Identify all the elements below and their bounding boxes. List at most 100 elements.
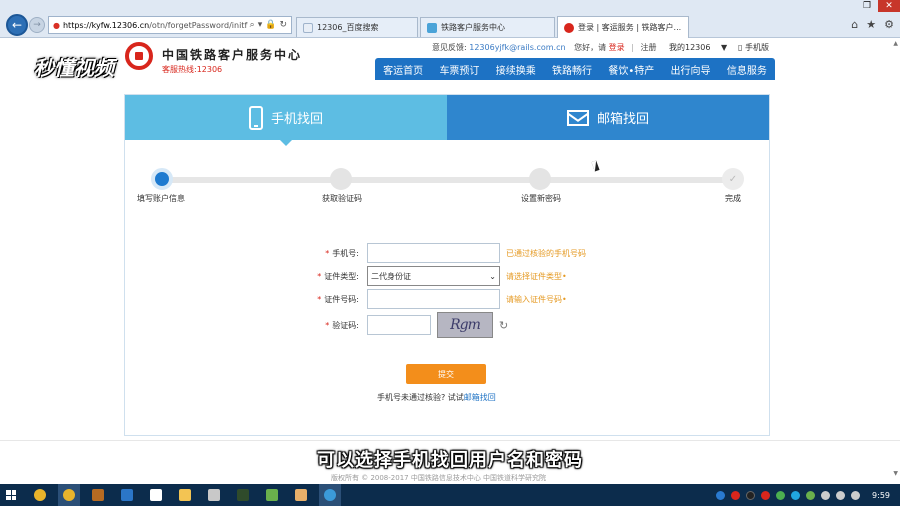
tray-icon[interactable] xyxy=(746,490,756,500)
nav-tickets[interactable]: 车票预订 xyxy=(439,62,479,77)
id-type-value: 二代身份证 xyxy=(371,271,411,281)
mobile-icon: ▯ xyxy=(738,43,743,52)
tab-email-label: 邮箱找回 xyxy=(596,112,649,127)
register-link[interactable]: 注册 xyxy=(640,43,656,52)
start-button[interactable] xyxy=(0,484,22,506)
taskbar-chrome-active[interactable] xyxy=(58,484,80,506)
mobile-version-link[interactable]: ▯ 手机版 xyxy=(738,42,769,53)
address-url: https://kyfw.12306.cn/otn/forgetPassword… xyxy=(62,20,248,30)
nav-guide[interactable]: 出行向导 xyxy=(671,62,711,77)
nav-rail-pass[interactable]: 铁路畅行 xyxy=(552,62,592,77)
clock[interactable]: 9:59 xyxy=(872,491,890,500)
taskbar-ie[interactable] xyxy=(319,484,341,506)
tray-icon[interactable] xyxy=(731,490,741,500)
search-icon[interactable]: ⌕ xyxy=(250,20,255,30)
browser-toolbar: ❐ ✕ ← → ● https://kyfw.12306.cn/otn/forg… xyxy=(0,0,900,38)
feedback-email-link[interactable]: 12306yjfk@rails.com.cn xyxy=(469,43,565,52)
tray-icon[interactable] xyxy=(761,490,771,500)
refresh-icon[interactable]: ↻ xyxy=(279,20,287,30)
taskbar-explorer[interactable] xyxy=(174,484,196,506)
chevron-down-icon: ▼ xyxy=(721,43,728,52)
taskbar-pictures[interactable] xyxy=(203,484,225,506)
tray-icon[interactable] xyxy=(806,490,816,500)
check-icon: ✓ xyxy=(728,173,738,185)
restore-window-icon[interactable]: ❐ xyxy=(858,0,876,12)
tray-icon[interactable] xyxy=(776,490,786,500)
close-tab-icon[interactable]: ✕ xyxy=(681,23,688,33)
greeting: 您好，请 xyxy=(574,43,607,52)
id-type-select[interactable]: 二代身份证 ⌄ xyxy=(367,266,500,286)
close-window-icon[interactable]: ✕ xyxy=(878,0,900,12)
chrome-icon xyxy=(63,489,75,501)
tab-email-recover[interactable]: 邮箱找回 xyxy=(447,95,769,140)
taskbar-app[interactable] xyxy=(87,484,109,506)
step-2-label: 获取验证码 xyxy=(322,194,362,203)
nav-info[interactable]: 信息服务 xyxy=(727,62,767,77)
step-4-dot: ✓ xyxy=(722,168,744,190)
nav-catering[interactable]: 餐饮•特产 xyxy=(608,62,654,77)
captcha-input[interactable] xyxy=(367,315,431,335)
taskbar-chrome[interactable] xyxy=(29,484,51,506)
scroll-up-arrow[interactable]: ▲ xyxy=(893,40,898,47)
id-number-row: * 证件号码: 请输入证件号码• xyxy=(275,289,567,309)
nav-home[interactable]: 客运首页 xyxy=(383,62,423,77)
keyboard-icon[interactable] xyxy=(851,490,861,500)
envelope-icon xyxy=(566,109,589,126)
refresh-captcha-icon[interactable]: ↻ xyxy=(499,319,508,332)
id-type-label: * 证件类型: xyxy=(317,271,359,281)
gear-icon[interactable]: ⚙ xyxy=(884,18,894,31)
taskbar-illustrator[interactable] xyxy=(232,484,254,506)
taskbar-app-green[interactable] xyxy=(261,484,283,506)
page-icon xyxy=(303,22,313,33)
network-icon[interactable] xyxy=(821,490,831,500)
video-watermark: 秒懂视频 xyxy=(34,56,114,80)
submit-button[interactable]: 提交 xyxy=(406,364,486,384)
app-icon xyxy=(92,489,104,501)
taskbar-media-player[interactable] xyxy=(116,484,138,506)
ie-icon xyxy=(427,22,437,33)
forward-button[interactable]: → xyxy=(29,17,45,33)
star-icon[interactable]: ★ xyxy=(866,18,876,31)
lock-icon: 🔒 xyxy=(265,20,277,30)
taskbar-game[interactable] xyxy=(145,484,167,506)
paint-icon xyxy=(295,489,307,501)
step-1-dot xyxy=(151,168,173,190)
my-12306-label: 我的12306 xyxy=(669,43,711,52)
tray-icon[interactable] xyxy=(791,490,801,500)
email-recover-link[interactable]: 邮箱找回 xyxy=(464,393,496,402)
id-type-hint: 请选择证件类型• xyxy=(506,271,567,281)
tray-icon[interactable] xyxy=(716,490,726,500)
recover-panel: 手机找回 邮箱找回 ✓ 填写账户信息 获取验证码 设置新密码 完成 * 手机号: … xyxy=(124,94,770,436)
railway-logo[interactable] xyxy=(125,42,153,70)
step-3-label: 设置新密码 xyxy=(521,194,561,203)
phone-row: * 手机号: 已通过核验的手机号码 xyxy=(275,243,586,263)
recover-tabs: 手机找回 邮箱找回 xyxy=(125,95,769,146)
tab-label: 登录 | 客运服务 | 铁路客户... xyxy=(578,23,682,32)
tab-phone-recover[interactable]: 手机找回 xyxy=(125,95,447,146)
home-icon[interactable]: ⌂ xyxy=(851,18,858,31)
system-tray: 9:59 xyxy=(716,490,900,500)
captcha-image[interactable]: Rgm xyxy=(437,312,493,338)
taskbar-paint[interactable] xyxy=(290,484,312,506)
login-link[interactable]: 登录 xyxy=(609,43,625,52)
dropdown-icon[interactable]: ▾ xyxy=(258,20,263,30)
tab-login[interactable]: 登录 | 客运服务 | 铁路客户... ✕ xyxy=(557,16,689,38)
tab-baidu[interactable]: 12306_百度搜索 xyxy=(296,17,418,37)
app-icon xyxy=(266,489,278,501)
nav-transfer[interactable]: 接续换乘 xyxy=(496,62,536,77)
id-type-row: * 证件类型: 二代身份证 ⌄ 请选择证件类型• xyxy=(275,266,567,286)
address-bar[interactable]: ● https://kyfw.12306.cn/otn/forgetPasswo… xyxy=(48,16,292,34)
phone-label: * 手机号: xyxy=(325,248,359,258)
id-number-input[interactable] xyxy=(367,289,500,309)
alt-recover-prefix: 手机号未通过核验? 试试 xyxy=(377,393,464,402)
step-2-dot xyxy=(330,168,352,190)
back-button[interactable]: ← xyxy=(6,14,28,36)
volume-icon[interactable] xyxy=(836,490,846,500)
tab-rail-service[interactable]: 铁路客户服务中心 xyxy=(420,17,555,37)
chrome-icon xyxy=(34,489,46,501)
gamepad-icon xyxy=(150,489,162,501)
scroll-down-arrow[interactable]: ▼ xyxy=(893,470,898,477)
tab-label: 12306_百度搜索 xyxy=(317,23,379,32)
my-12306-menu[interactable]: 我的12306 ▼ xyxy=(669,42,727,53)
phone-input[interactable] xyxy=(367,243,500,263)
